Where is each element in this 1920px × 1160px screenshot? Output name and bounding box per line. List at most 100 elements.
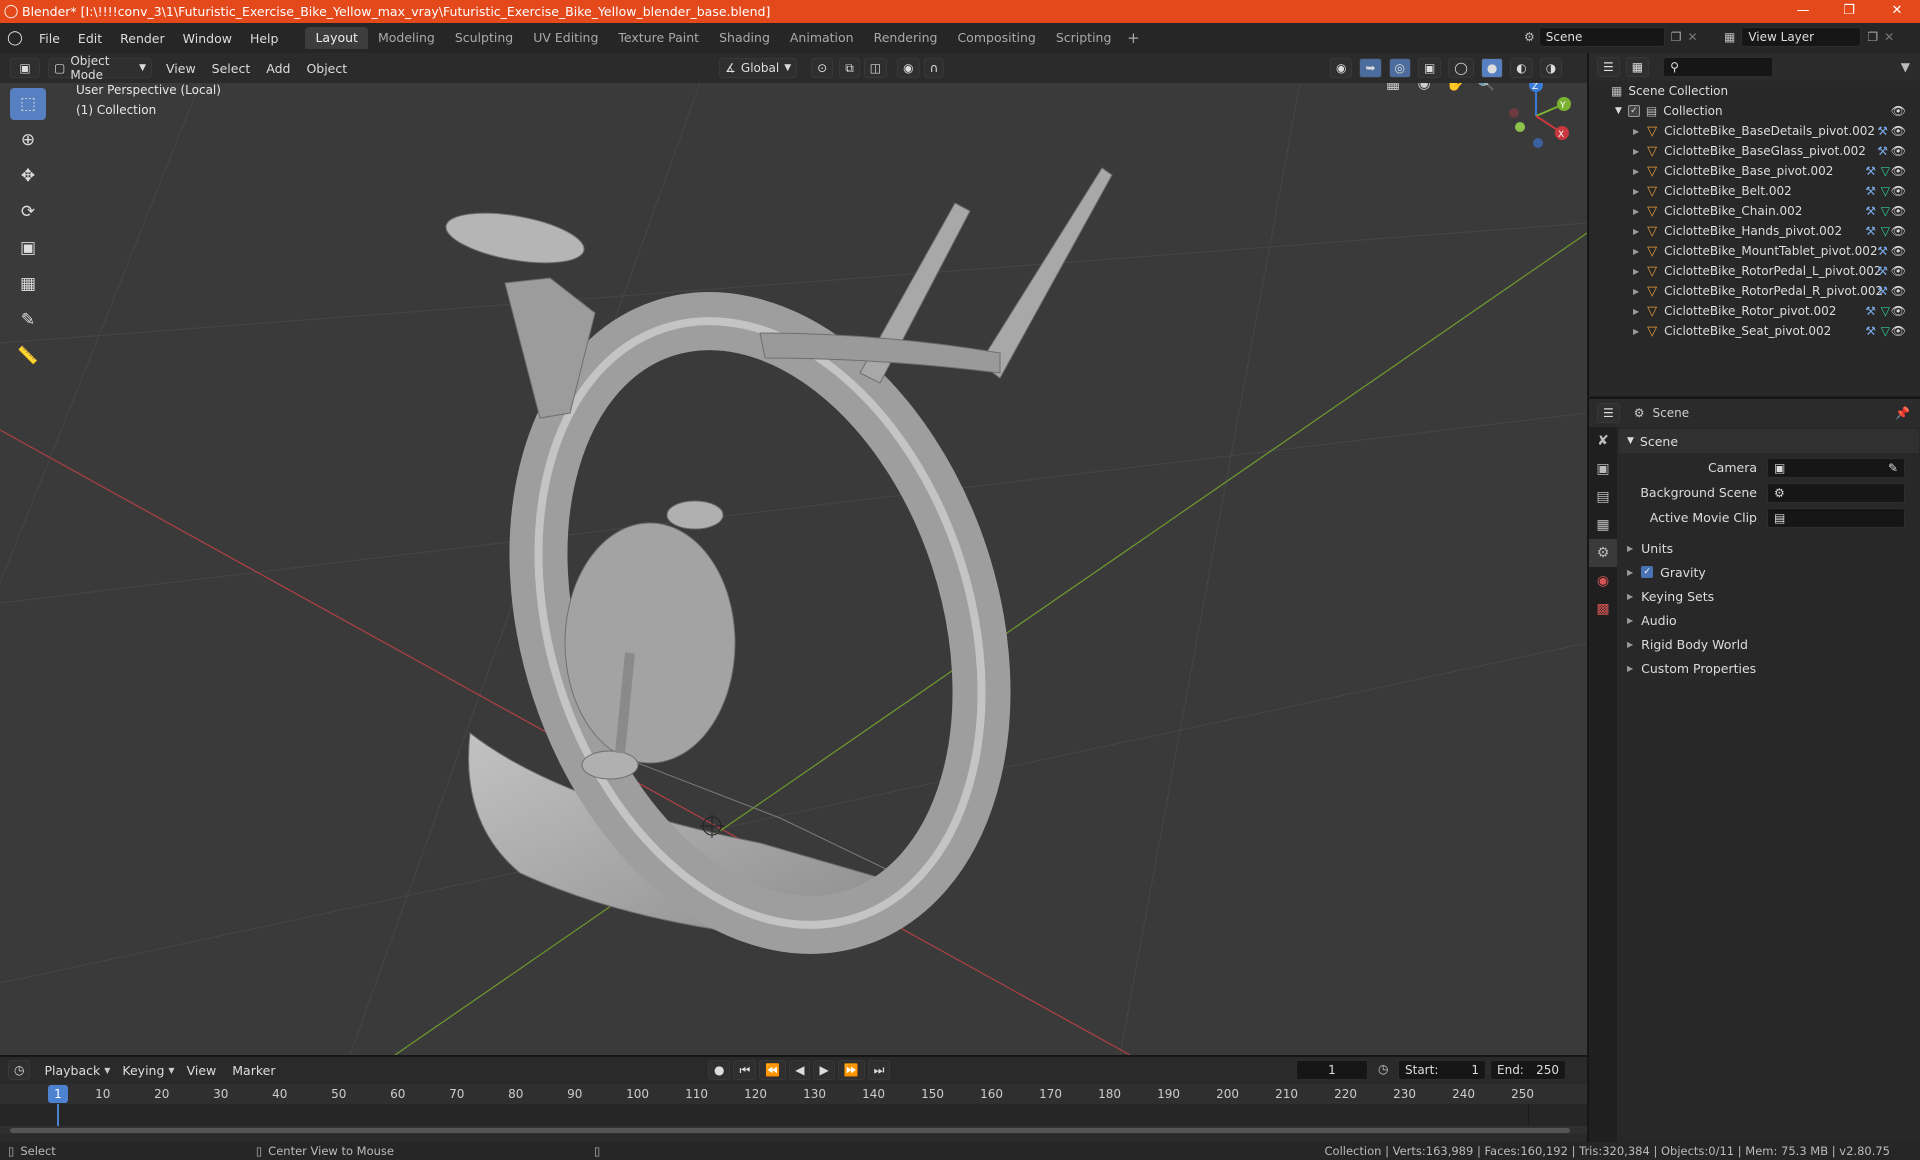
start-frame-field[interactable]: Start: 1 bbox=[1398, 1060, 1486, 1080]
remove-view-layer-icon[interactable]: ✕ bbox=[1884, 30, 1894, 44]
expand-arrow-icon[interactable]: ▶ bbox=[1633, 127, 1639, 136]
exercise-bike-model[interactable] bbox=[442, 167, 1113, 983]
texture-tab-icon[interactable]: ▩ bbox=[1589, 595, 1617, 623]
render-tab-icon[interactable]: ▣ bbox=[1589, 455, 1617, 483]
wrench-icon[interactable]: ⚒ bbox=[1865, 224, 1876, 238]
outliner-object-row[interactable]: ▶ ▽ CiclotteBike_MountTablet_pivot.002 ⚒ 👁 bbox=[1589, 241, 1920, 261]
timeline-scrollbar[interactable] bbox=[0, 1126, 1587, 1134]
camera-view-icon[interactable]: ◉ bbox=[1411, 83, 1437, 96]
pivot-point-icon[interactable]: ⊙ bbox=[811, 58, 834, 78]
restore-icon[interactable]: ❐ bbox=[1826, 0, 1872, 23]
scene-collection-row[interactable]: ▦ Scene Collection bbox=[1589, 81, 1920, 101]
blender-menu-icon[interactable]: ◯ bbox=[0, 30, 30, 46]
properties-editor-type-icon[interactable]: ☰ bbox=[1597, 403, 1620, 423]
tab-sculpting[interactable]: Sculpting bbox=[445, 27, 523, 49]
outliner-object-row[interactable]: ▶ ▽ CiclotteBike_BaseGlass_pivot.002 ⚒ 👁 bbox=[1589, 141, 1920, 161]
minimize-icon[interactable]: — bbox=[1780, 0, 1826, 23]
wrench-icon[interactable]: ⚒ bbox=[1877, 124, 1888, 138]
camera-field[interactable]: ▣ ✎ bbox=[1767, 457, 1905, 478]
mesh-data-icon[interactable]: ▽ bbox=[1881, 184, 1890, 198]
tab-uv-editing[interactable]: UV Editing bbox=[523, 27, 608, 49]
outliner-editor-type-icon[interactable]: ☰ bbox=[1597, 57, 1620, 77]
panel-gravity[interactable]: ▶ ✓ Gravity bbox=[1619, 560, 1919, 584]
pan-hand-icon[interactable]: ✋ bbox=[1442, 83, 1468, 96]
play-icon[interactable]: ▶ bbox=[813, 1060, 835, 1080]
viewport-menu-object[interactable]: Object bbox=[298, 61, 355, 76]
tab-animation[interactable]: Animation bbox=[780, 27, 864, 49]
new-view-layer-icon[interactable]: ❐ bbox=[1867, 30, 1878, 44]
material-shading-icon[interactable]: ◐ bbox=[1510, 58, 1533, 78]
view-layer-icon[interactable]: ▦ bbox=[1724, 30, 1735, 44]
eye-icon[interactable]: 👁 bbox=[1891, 284, 1906, 298]
proportional-edit-icon[interactable]: ◉ bbox=[897, 58, 920, 78]
jump-end-icon[interactable]: ⏭ bbox=[867, 1060, 891, 1080]
xray-icon[interactable]: ▣ bbox=[1418, 58, 1442, 78]
expand-arrow-icon[interactable]: ▶ bbox=[1633, 267, 1639, 276]
current-frame-indicator[interactable]: 1 bbox=[48, 1085, 68, 1103]
overlay-toggle-icon[interactable]: ◎ bbox=[1388, 58, 1412, 78]
eye-icon[interactable]: 👁 bbox=[1891, 304, 1906, 318]
gravity-checkbox[interactable]: ✓ bbox=[1641, 566, 1654, 578]
outliner-object-row[interactable]: ▶ ▽ CiclotteBike_Hands_pivot.002 ⚒ ▽ 👁 bbox=[1589, 221, 1920, 241]
snap-target-icon[interactable]: ◫ bbox=[863, 58, 888, 78]
frame-ruler[interactable]: 1 10 20 30 40 50 60 70 80 90 100 110 120 130 140 150 160… bbox=[0, 1084, 1587, 1104]
expand-arrow-icon[interactable]: ▶ bbox=[1633, 247, 1639, 256]
expand-arrow-icon[interactable]: ▶ bbox=[1633, 327, 1639, 336]
menu-edit[interactable]: Edit bbox=[69, 31, 111, 46]
scene-panel-header[interactable]: ▼ Scene bbox=[1619, 429, 1919, 453]
menu-window[interactable]: Window bbox=[174, 31, 241, 46]
mode-dropdown[interactable]: ▢ Object Mode ▼ bbox=[48, 54, 152, 82]
panel-rigid-body-world[interactable]: ▶ Rigid Body World bbox=[1619, 632, 1919, 656]
panel-keying-sets[interactable]: ▶ Keying Sets bbox=[1619, 584, 1919, 608]
viewport-menu-add[interactable]: Add bbox=[258, 61, 298, 76]
snap-icon[interactable]: ⧉ bbox=[839, 58, 860, 78]
view-layer-field[interactable]: View Layer bbox=[1741, 27, 1862, 47]
mesh-data-icon[interactable]: ▽ bbox=[1881, 224, 1890, 238]
wrench-icon[interactable]: ⚒ bbox=[1877, 264, 1888, 278]
wrench-icon[interactable]: ⚒ bbox=[1877, 144, 1888, 158]
wrench-icon[interactable]: ⚒ bbox=[1865, 324, 1876, 338]
collection-row[interactable]: ▼ ✓ ▤ Collection 👁 bbox=[1589, 101, 1920, 121]
filter-icon[interactable]: ▼ bbox=[1901, 60, 1910, 74]
mesh-data-icon[interactable]: ▽ bbox=[1881, 324, 1890, 338]
wrench-icon[interactable]: ⚒ bbox=[1865, 164, 1876, 178]
menu-file[interactable]: File bbox=[30, 31, 69, 46]
scene-browse-icon[interactable]: ⚙ bbox=[1524, 30, 1535, 44]
wireframe-shading-icon[interactable]: ◯ bbox=[1448, 58, 1474, 78]
timeline-menu-view[interactable]: View bbox=[179, 1063, 225, 1078]
mesh-data-icon[interactable]: ▽ bbox=[1881, 204, 1890, 218]
prev-keyframe-icon[interactable]: ⏪ bbox=[759, 1060, 787, 1080]
tab-rendering[interactable]: Rendering bbox=[864, 27, 948, 49]
wrench-icon[interactable]: ⚒ bbox=[1877, 244, 1888, 258]
select-box-icon[interactable]: ⬚ bbox=[10, 88, 46, 120]
expand-arrow-icon[interactable]: ▶ bbox=[1633, 187, 1639, 196]
outliner-object-row[interactable]: ▶ ▽ CiclotteBike_BaseDetails_pivot.002 ⚒ 👁 bbox=[1589, 121, 1920, 141]
tab-scripting[interactable]: Scripting bbox=[1046, 27, 1122, 49]
outliner-object-row[interactable]: ▶ ▽ CiclotteBike_RotorPedal_R_pivot.002 ⚒ 👁 bbox=[1589, 281, 1920, 301]
scene-tab-icon[interactable]: ⚙ bbox=[1589, 539, 1617, 567]
timeline-editor-type-icon[interactable]: ◷ bbox=[8, 1060, 31, 1080]
eyedropper-icon[interactable]: ✎ bbox=[1888, 461, 1898, 475]
tab-texture-paint[interactable]: Texture Paint bbox=[608, 27, 709, 49]
end-frame-field[interactable]: End: 250 bbox=[1490, 1060, 1566, 1080]
next-keyframe-icon[interactable]: ⏩ bbox=[837, 1060, 865, 1080]
measure-icon[interactable]: 📏 bbox=[10, 340, 46, 372]
wrench-icon[interactable]: ⚒ bbox=[1865, 204, 1876, 218]
outliner-object-row[interactable]: ▶ ▽ CiclotteBike_Seat_pivot.002 ⚒ ▽ 👁 bbox=[1589, 321, 1920, 341]
output-tab-icon[interactable]: ▤ bbox=[1589, 483, 1617, 511]
panel-audio[interactable]: ▶ Audio bbox=[1619, 608, 1919, 632]
timeline-menu-keying[interactable]: Keying bbox=[114, 1063, 172, 1078]
active-movie-clip-field[interactable]: ▤ bbox=[1767, 507, 1905, 528]
outliner-object-row[interactable]: ▶ ▽ CiclotteBike_Chain.002 ⚒ ▽ 👁 bbox=[1589, 201, 1920, 221]
solid-shading-icon[interactable]: ● bbox=[1480, 58, 1504, 78]
outliner-object-row[interactable]: ▶ ▽ CiclotteBike_Base_pivot.002 ⚒ ▽ 👁 bbox=[1589, 161, 1920, 181]
tab-compositing[interactable]: Compositing bbox=[947, 27, 1045, 49]
wrench-icon[interactable]: ⚒ bbox=[1865, 304, 1876, 318]
transform-orientation-dropdown[interactable]: ∡ Global ▼ bbox=[719, 58, 798, 78]
transform-icon[interactable]: ▦ bbox=[10, 268, 46, 300]
preview-range-icon[interactable]: ◷ bbox=[1378, 1062, 1388, 1076]
eye-icon[interactable]: 👁 bbox=[1891, 264, 1906, 278]
scene-name-field[interactable]: Scene bbox=[1538, 27, 1665, 47]
tab-shading[interactable]: Shading bbox=[709, 27, 780, 49]
view-layer-tab-icon[interactable]: ▦ bbox=[1589, 511, 1617, 539]
